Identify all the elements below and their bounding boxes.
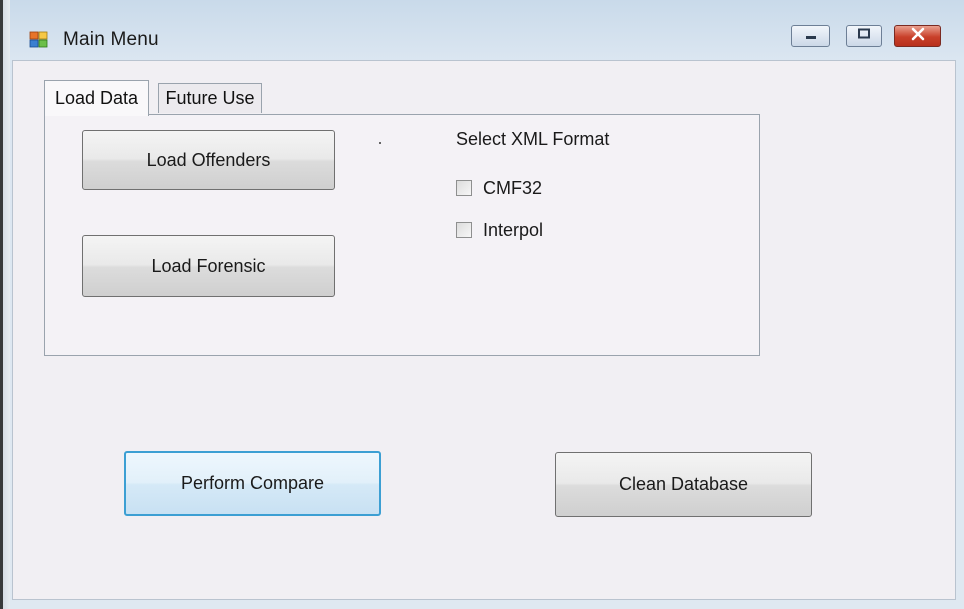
load-forensic-button[interactable]: Load Forensic (82, 235, 335, 297)
cmf32-checkbox[interactable] (456, 180, 472, 196)
tab-load-data[interactable]: Load Data (44, 80, 149, 116)
button-label: Clean Database (618, 474, 749, 494)
form-client-area: Load Data Future Use Load Offenders Load… (12, 60, 956, 600)
close-button[interactable] (894, 25, 941, 47)
button-label: Load Forensic (151, 255, 266, 276)
button-label: Load Offenders (146, 149, 271, 170)
close-icon (910, 27, 926, 46)
background-window-edge (0, 0, 10, 609)
load-offenders-button[interactable]: Load Offenders (82, 130, 335, 190)
perform-compare-button[interactable]: Perform Compare (124, 451, 381, 516)
clean-database-button[interactable]: Clean Database (555, 452, 812, 517)
window-title: Main Menu (63, 29, 159, 50)
interpol-label[interactable]: Interpol (483, 220, 543, 241)
tab-future-use[interactable]: Future Use (158, 83, 262, 113)
maximize-icon (857, 27, 871, 45)
tab-page-load-data: Load Offenders Load Forensic Select XML … (44, 114, 760, 356)
minimize-button[interactable] (791, 25, 830, 47)
app-form-icon (29, 29, 49, 49)
tab-label: Future Use (165, 88, 255, 108)
maximize-button[interactable] (846, 25, 882, 47)
tab-label: Load Data (54, 88, 139, 108)
cmf32-label[interactable]: CMF32 (483, 178, 542, 199)
button-label: Perform Compare (180, 473, 325, 493)
stray-dot (379, 142, 381, 144)
main-menu-window: Main Menu Load Data Future Use Load Offe… (10, 0, 964, 609)
xml-format-heading: Select XML Format (456, 129, 610, 149)
minimize-icon (804, 27, 818, 45)
interpol-checkbox[interactable] (456, 222, 472, 238)
